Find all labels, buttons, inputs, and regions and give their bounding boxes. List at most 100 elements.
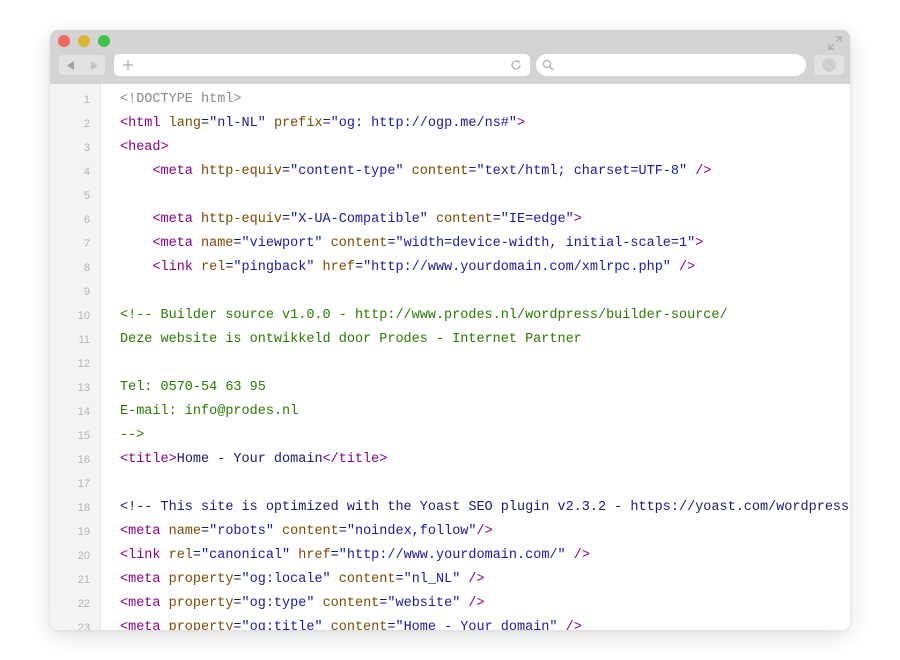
code-token-str: "http://www.yourdomain.com/xmlrpc.php" — [363, 260, 671, 275]
code-token-tag: <meta — [152, 164, 201, 179]
code-token-attr: lang — [168, 116, 202, 131]
code-token-tag: </title> — [322, 452, 388, 467]
minimize-window-button[interactable] — [78, 35, 90, 47]
code-token-punct — [314, 596, 322, 611]
code-lines: <!DOCTYPE html> <html lang="nl-NL" prefix… — [120, 88, 850, 630]
code-token-punct: = — [233, 620, 242, 630]
code-token-punct — [331, 572, 339, 587]
code-token-str: "noindex,follow" — [346, 524, 477, 539]
line-number: 7 — [83, 238, 90, 250]
code-token-punct: = — [354, 260, 364, 275]
code-token-punct: = — [201, 524, 210, 539]
maximize-window-button[interactable] — [98, 35, 110, 47]
code-token-punct: = — [338, 524, 347, 539]
code-token-tag: <meta — [152, 212, 201, 227]
code-token-comment: E-mail: info@prodes.nl — [120, 404, 299, 419]
address-bar[interactable] — [114, 54, 530, 76]
code-token-comment: Deze website is ontwikkeld door Prodes -… — [120, 332, 582, 347]
code-token-punct — [404, 164, 412, 179]
forward-arrow-icon — [90, 60, 98, 70]
line-number: 18 — [77, 502, 90, 514]
code-token-str: "text/html; charset=UTF-8" — [476, 164, 688, 179]
line-number: 1 — [83, 94, 90, 106]
code-token-attr: property — [168, 572, 234, 587]
line-number: 11 — [78, 334, 90, 346]
code-token-punct — [266, 116, 274, 131]
code-line: <meta property="og:locale" content="nl_N… — [120, 568, 850, 592]
code-token-tag: <head> — [120, 140, 169, 155]
line-number: 21 — [77, 574, 90, 586]
line-number: 9 — [83, 286, 90, 298]
code-token-tag: /> — [557, 620, 582, 630]
code-token-tag: > — [517, 116, 526, 131]
code-token-str: "nl_NL" — [403, 572, 461, 587]
code-token-tag: > — [573, 212, 582, 227]
code-line: <head> — [120, 136, 850, 160]
code-token-comment: <!-- Builder source v1.0.0 - http://www.… — [120, 308, 728, 323]
code-token-tag: <html — [120, 116, 169, 131]
browser-toolbar — [50, 30, 850, 84]
code-token-tag: <link — [120, 548, 169, 563]
code-token-tag: > — [695, 236, 704, 251]
search-input[interactable] — [558, 56, 802, 76]
code-token-attr: rel — [168, 548, 193, 563]
line-numbers: 1 2 3 4 5 6 7 8 9 10 11 12 13 14 15 16 17 18 19 20 21 22 23 — [50, 88, 90, 630]
new-tab-plus-icon[interactable] — [122, 59, 134, 71]
code-token-str: "og:locale" — [241, 572, 331, 587]
line-number: 17 — [77, 478, 90, 490]
code-token-str: "IE=edge" — [500, 212, 574, 227]
code-token-punct: = — [330, 548, 339, 563]
code-token-attr: http-equiv — [201, 164, 283, 179]
code-token-comment: --> — [120, 428, 145, 443]
code-token-tag: <meta — [120, 596, 169, 611]
code-token-str: "viewport" — [241, 236, 323, 251]
code-token-tag: /> — [565, 548, 590, 563]
code-token-attr: content — [435, 212, 493, 227]
code-line: Deze website is ontwikkeld door Prodes -… — [120, 328, 850, 352]
line-number: 2 — [83, 118, 90, 130]
code-token-str: "nl-NL" — [209, 116, 266, 131]
code-token-tag: <link — [152, 260, 201, 275]
line-number: 14 — [77, 406, 90, 418]
profile-button[interactable] — [814, 55, 844, 75]
back-button[interactable] — [59, 55, 82, 75]
code-token-punct: = — [282, 164, 291, 179]
code-line: <title>Home - Your domain</title> — [120, 448, 850, 472]
code-line: --> — [120, 424, 850, 448]
code-token-str: "pingback" — [233, 260, 315, 275]
code-token-str: "og:title" — [241, 620, 323, 630]
code-token-tag: <meta — [120, 524, 169, 539]
reload-icon[interactable] — [510, 59, 522, 71]
code-line: <!-- This site is optimized with the Yoa… — [120, 496, 850, 520]
browser-window: 1 2 3 4 5 6 7 8 9 10 11 12 13 14 15 16 17 18 19 20 21 22 23 <!… — [50, 30, 850, 630]
code-token-str: "canonical" — [201, 548, 291, 563]
code-token-attr: name — [201, 236, 234, 251]
code-token-attr: name — [168, 524, 202, 539]
fullscreen-icon[interactable] — [828, 36, 842, 50]
code-token-tag: /> — [460, 596, 485, 611]
code-token-attr: href — [298, 548, 331, 563]
search-bar[interactable] — [536, 54, 806, 76]
code-line: <meta name="robots" content="noindex,fol… — [120, 520, 850, 544]
line-number: 15 — [77, 430, 90, 442]
code-token-punct — [323, 236, 331, 251]
line-number: 8 — [83, 262, 90, 274]
line-number: 4 — [83, 166, 90, 178]
code-token-tag: /> — [687, 164, 712, 179]
code-token-attr: http-equiv — [201, 212, 283, 227]
code-line: <html lang="nl-NL" prefix="og: http://og… — [120, 112, 850, 136]
code-token-attr: content — [330, 620, 388, 630]
code-token-attr: content — [282, 524, 339, 539]
close-window-button[interactable] — [58, 35, 70, 47]
code-token-comment: Tel: 0570-54 63 95 — [120, 380, 266, 395]
forward-button[interactable] — [82, 55, 105, 75]
code-token-str: "og:type" — [241, 596, 315, 611]
code-token-str: "og: http://ogp.me/ns#" — [330, 116, 518, 131]
code-line: <meta property="og:title" content="Home … — [120, 616, 850, 630]
code-token-str: "width=device-width, initial-scale=1" — [395, 236, 696, 251]
line-number: 3 — [83, 142, 90, 154]
code-line: <link rel="canonical" href="http://www.y… — [120, 544, 850, 568]
